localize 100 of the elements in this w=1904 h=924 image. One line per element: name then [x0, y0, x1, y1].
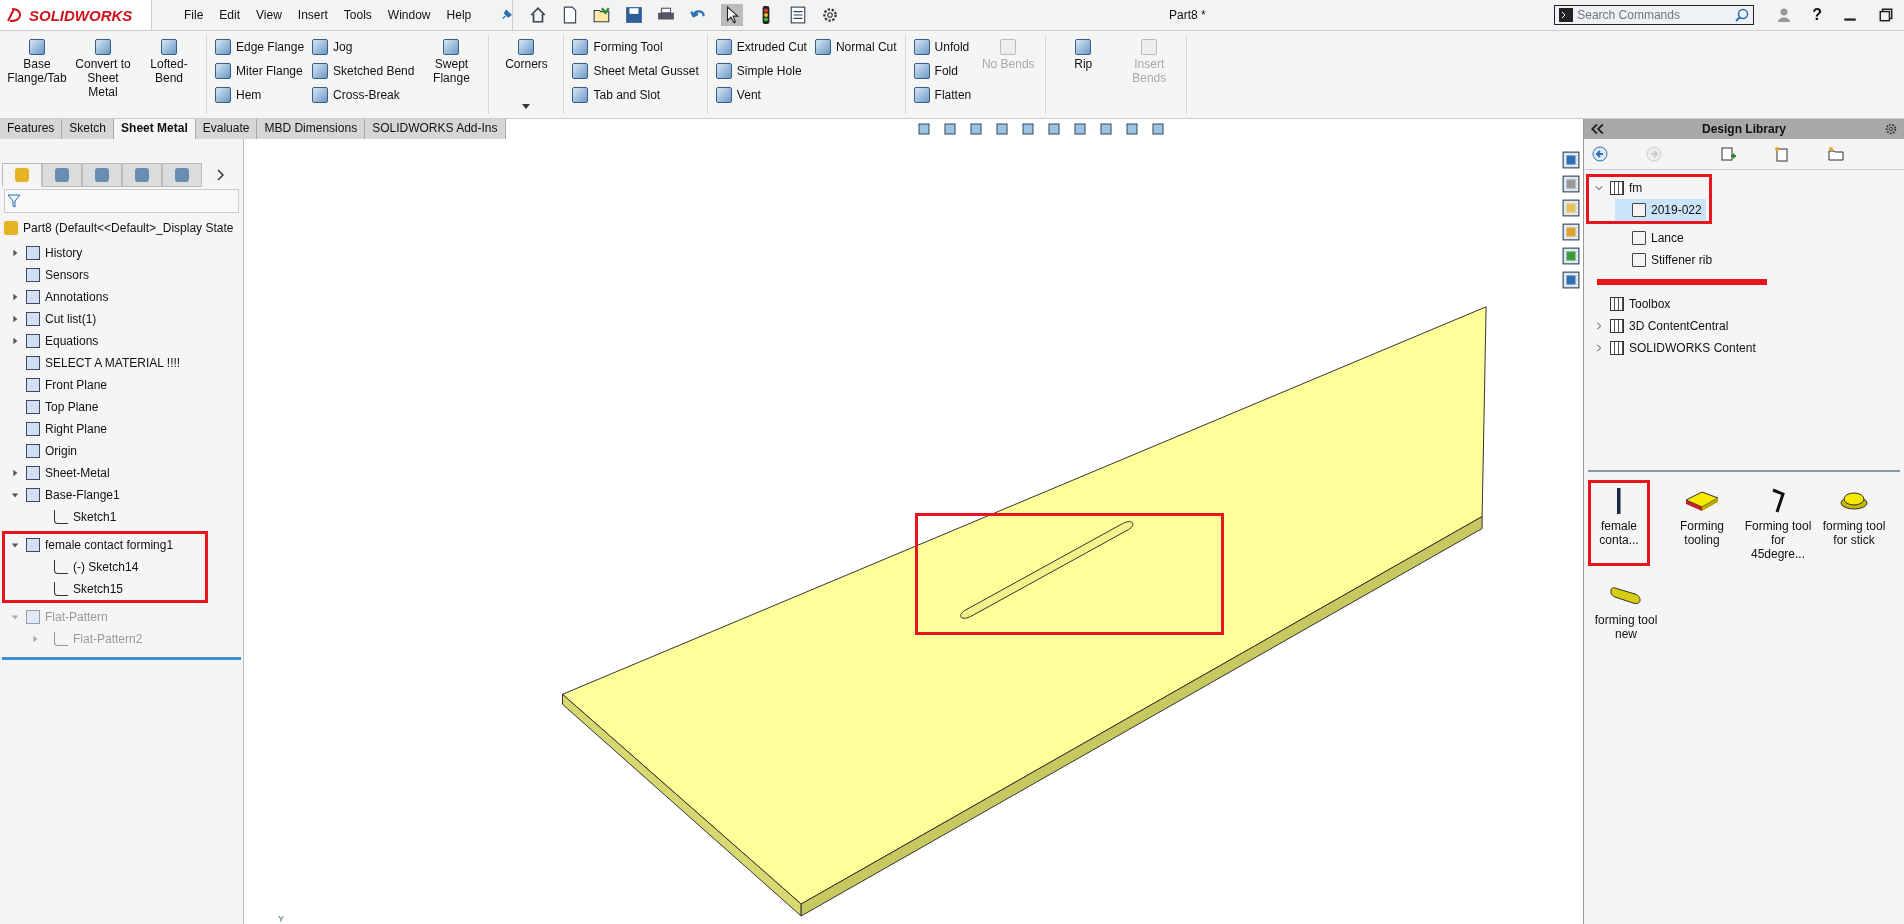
- ribbon-button[interactable]: Miter Flange: [215, 63, 305, 79]
- pin-icon[interactable]: [501, 9, 512, 21]
- ribbon-button[interactable]: Tab and Slot: [572, 87, 699, 103]
- tree-item[interactable]: Sketch15: [5, 578, 205, 600]
- app-logo[interactable]: SOLIDWORKS: [0, 0, 152, 30]
- help-button[interactable]: ?: [1812, 6, 1822, 24]
- library-tree-item[interactable]: SOLIDWORKS Content: [1593, 337, 1760, 359]
- ribbon-button[interactable]: Cross-Break: [312, 87, 415, 103]
- ribbon-button[interactable]: Rip: [1054, 35, 1113, 71]
- collapse-icon[interactable]: [1590, 122, 1604, 136]
- save-icon[interactable]: [625, 6, 643, 24]
- tree-item[interactable]: (-) Sketch14: [5, 556, 205, 578]
- menu-item[interactable]: View: [248, 8, 290, 22]
- view-tool-icon[interactable]: [915, 121, 932, 137]
- menu-item[interactable]: Insert: [289, 8, 336, 22]
- menu-item[interactable]: Edit: [211, 8, 249, 22]
- tree-item[interactable]: Top Plane: [5, 396, 240, 418]
- ribbon-button[interactable]: Forming Tool: [572, 39, 699, 55]
- expand-arrow-icon[interactable]: [11, 469, 19, 477]
- new-document-icon[interactable]: [561, 6, 579, 24]
- task-pane-tab-icon[interactable]: [1562, 247, 1580, 265]
- ribbon-button[interactable]: Flatten: [913, 87, 972, 103]
- ribbon-button[interactable]: Normal Cut: [814, 39, 897, 55]
- panel-tab[interactable]: [122, 163, 162, 187]
- tree-item[interactable]: Sensors: [5, 264, 240, 286]
- task-pane-tab-icon[interactable]: [1562, 271, 1580, 289]
- tree-item[interactable]: History: [5, 242, 240, 264]
- settings-icon[interactable]: [821, 6, 839, 24]
- ribbon-button[interactable]: Swept Flange: [422, 35, 481, 85]
- filter-field[interactable]: [4, 189, 239, 213]
- ribbon-button[interactable]: Unfold: [913, 39, 972, 55]
- back-icon[interactable]: [1592, 146, 1608, 162]
- settings-icon[interactable]: [1884, 122, 1898, 136]
- ribbon-button[interactable]: Lofted-Bend: [140, 35, 198, 85]
- tree-item[interactable]: Sheet-Metal: [5, 462, 240, 484]
- tree-item[interactable]: SELECT A MATERIAL !!!!: [5, 352, 240, 374]
- open-folder-icon[interactable]: [593, 6, 611, 24]
- view-tool-icon[interactable]: [1097, 121, 1114, 137]
- tree-item[interactable]: Base-Flange1: [5, 484, 240, 506]
- tree-item[interactable]: Annotations: [5, 286, 240, 308]
- search-field[interactable]: Search Commands: [1577, 8, 1732, 22]
- chevron-icon[interactable]: [1595, 322, 1603, 330]
- menu-item[interactable]: Help: [438, 8, 480, 22]
- library-tree-item[interactable]: Stiffener rib: [1615, 249, 1717, 271]
- tree-item[interactable]: Part8 (Default<<Default>_Display State: [0, 217, 243, 239]
- ribbon-button[interactable]: Base Flange/Tab: [8, 35, 66, 85]
- ribbon-button[interactable]: Sheet Metal Gusset: [572, 63, 699, 79]
- library-item[interactable]: Forming tool for 45degre...: [1740, 480, 1816, 566]
- tree-item[interactable]: Origin: [5, 440, 240, 462]
- chevron-icon[interactable]: [1595, 344, 1603, 352]
- library-tree-item[interactable]: 2019-022: [1615, 199, 1706, 221]
- panel-tab[interactable]: [162, 163, 202, 187]
- expand-arrow-icon[interactable]: [11, 315, 19, 323]
- menu-item[interactable]: Tools: [335, 8, 380, 22]
- ribbon-button[interactable]: Extruded Cut: [715, 39, 807, 55]
- view-tool-icon[interactable]: [967, 121, 984, 137]
- library-tree-item[interactable]: 3D ContentCentral: [1593, 315, 1733, 337]
- library-item[interactable]: forming tool for stick: [1816, 480, 1892, 566]
- chevron-right-icon[interactable]: [216, 169, 224, 181]
- ribbon-button[interactable]: Fold: [913, 63, 972, 79]
- tree-item[interactable]: Sketch1: [5, 506, 240, 528]
- view-tool-icon[interactable]: [1019, 121, 1036, 137]
- view-tool-icon[interactable]: [1123, 121, 1140, 137]
- list-icon[interactable]: [789, 6, 807, 24]
- add-library-icon[interactable]: [1720, 146, 1736, 162]
- tree-item[interactable]: Cut list(1): [5, 308, 240, 330]
- view-tool-icon[interactable]: [1149, 121, 1166, 137]
- ribbon-button[interactable]: Corners: [497, 35, 556, 109]
- view-tool-icon[interactable]: [993, 121, 1010, 137]
- expand-arrow-icon[interactable]: [11, 249, 19, 257]
- expand-arrow-icon[interactable]: [11, 337, 19, 345]
- menu-item[interactable]: File: [176, 8, 212, 22]
- ribbon-button[interactable]: Jog: [312, 39, 415, 55]
- tree-item[interactable]: female contact forming1: [5, 534, 205, 556]
- view-tool-icon[interactable]: [941, 121, 958, 137]
- expand-arrow-icon[interactable]: [11, 293, 19, 301]
- library-tree-item[interactable]: fm: [1593, 177, 1647, 199]
- home-icon[interactable]: [529, 6, 547, 24]
- new-folder-icon[interactable]: [1828, 146, 1844, 162]
- ribbon-button[interactable]: Simple Hole: [715, 63, 807, 79]
- task-pane-tab-icon[interactable]: [1562, 151, 1580, 169]
- library-tree-item[interactable]: Toolbox: [1593, 293, 1675, 315]
- tree-item[interactable]: Right Plane: [5, 418, 240, 440]
- chevron-icon[interactable]: [1595, 184, 1603, 192]
- ribbon-button[interactable]: Sketched Bend: [312, 63, 415, 79]
- view-tool-icon[interactable]: [1045, 121, 1062, 137]
- ribbon-tab[interactable]: Sheet Metal: [114, 119, 196, 139]
- library-item[interactable]: forming tool new: [1588, 574, 1664, 646]
- library-tree-item[interactable]: Lance: [1615, 227, 1688, 249]
- expand-arrow-icon[interactable]: [11, 541, 19, 549]
- view-tool-icon[interactable]: [1071, 121, 1088, 137]
- task-pane-tab-icon[interactable]: [1562, 199, 1580, 217]
- ribbon-button[interactable]: Vent: [715, 87, 807, 103]
- search-bar[interactable]: Search Commands: [1554, 5, 1755, 25]
- search-icon[interactable]: [1735, 8, 1750, 22]
- task-pane-tab-icon[interactable]: [1562, 175, 1580, 193]
- ribbon-button[interactable]: Hem: [215, 87, 305, 103]
- ribbon-button[interactable]: Edge Flange: [215, 39, 305, 55]
- menu-item[interactable]: Window: [379, 8, 439, 22]
- ribbon-button[interactable]: Convert to Sheet Metal: [74, 35, 132, 99]
